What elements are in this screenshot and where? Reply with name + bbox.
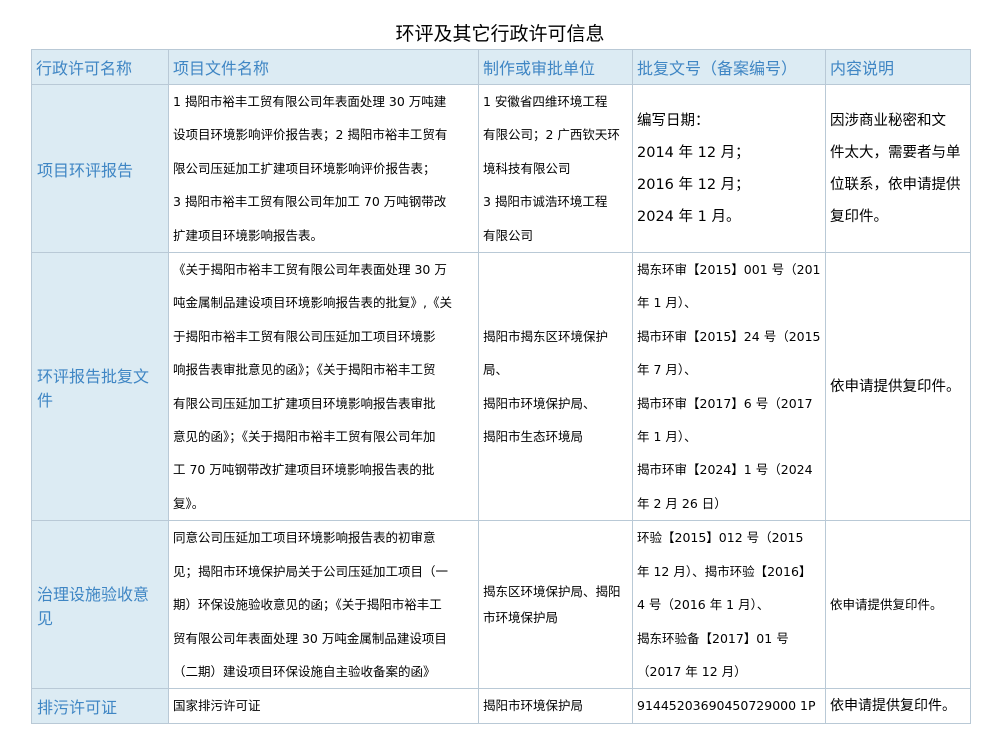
file-line: 限公司压延加工扩建项目环境影响评价报告表； xyxy=(173,160,436,176)
file-line: 设项目环境影响评价报告表；2 揭阳市裕丰工贸有 xyxy=(173,127,448,143)
permit-name: 排污许可证 xyxy=(31,688,169,724)
number-line: （2017 年 12 月） xyxy=(637,663,747,679)
description: 依申请提供复印件。 xyxy=(825,252,971,522)
file-line: 见；揭阳市环境保护局关于公司压延加工项目（一 xyxy=(173,563,449,579)
note-line: 位联系，依申请提供 xyxy=(830,176,961,193)
file-line: 同意公司压延加工项目环境影响报告表的初审意 xyxy=(173,530,436,546)
header-unit: 制作或审批单位 xyxy=(478,49,633,85)
file-line: 响报告表审批意见的函》；《关于揭阳市裕丰工贸 xyxy=(173,362,436,378)
note-line: 复印件。 xyxy=(830,208,888,225)
approval-numbers: 91445203690450729000 1P xyxy=(632,688,826,724)
unit-line: 境科技有限公司 xyxy=(483,160,571,176)
unit-line: 揭阳市揭东区环境保护 xyxy=(483,328,609,344)
number-line: 年 2 月 26 日） xyxy=(637,495,727,511)
approval-units: 揭东区环境保护局、揭阳 市环境保护局 xyxy=(478,520,633,690)
approval-numbers: 揭东环审【2015】001 号（2015 年 1 月）、 揭市环审【2015】2… xyxy=(632,252,826,522)
number-line: 环验【2015】012 号（2015 xyxy=(637,530,804,546)
file-line: 期）环保设施验收意见的函；《关于揭阳市裕丰工 xyxy=(173,597,442,613)
unit-line: 局、 xyxy=(483,362,509,378)
approval-units: 揭阳市揭东区环境保护 局、 揭阳市环境保护局、 揭阳市生态环境局 xyxy=(478,252,633,522)
number-line: 2024 年 1 月。 xyxy=(637,208,741,225)
number-line: 揭东环审【2015】001 号（2015 xyxy=(637,262,821,278)
page-title: 环评及其它行政许可信息 xyxy=(395,23,605,45)
file-line: 复》。 xyxy=(173,495,205,511)
file-names: 同意公司压延加工项目环境影响报告表的初审意 见；揭阳市环境保护局关于公司压延加工… xyxy=(168,520,479,690)
unit-line: 3 揭阳市诚浩环境工程 xyxy=(483,194,608,210)
file-line: 3 揭阳市裕丰工贸有限公司年加工 70 万吨钢带改 xyxy=(173,194,447,210)
header-file-name: 项目文件名称 xyxy=(168,49,479,85)
description: 依申请提供复印件。 xyxy=(825,688,971,724)
header-permit-name: 行政许可名称 xyxy=(31,49,169,85)
file-line: 贸有限公司年表面处理 30 万吨金属制品建设项目 xyxy=(173,630,447,646)
file-line: 意见的函》；《关于揭阳市裕丰工贸有限公司年加 xyxy=(173,429,436,445)
file-names: 1 揭阳市裕丰工贸有限公司年表面处理 30 万吨建 设项目环境影响评价报告表；2… xyxy=(168,83,479,254)
description: 依申请提供复印件。 xyxy=(825,520,971,690)
permit-name: 环评报告批复文件 xyxy=(31,252,169,522)
file-line: 1 揭阳市裕丰工贸有限公司年表面处理 30 万吨建 xyxy=(173,94,447,109)
header-description: 内容说明 xyxy=(825,49,971,85)
permit-name: 治理设施验收意见 xyxy=(31,520,169,690)
file-line: 有限公司压延加工扩建项目环境影响报告表审批 xyxy=(173,395,436,411)
number-line: 2014 年 12 月； xyxy=(637,144,750,161)
permit-table: 行政许可名称 项目文件名称 制作或审批单位 批复文号（备案编号） 内容说明 项目… xyxy=(31,49,971,724)
approval-numbers: 编写日期： 2014 年 12 月； 2016 年 12 月； 2024 年 1… xyxy=(632,83,826,254)
table-row: 环评报告批复文件 《关于揭阳市裕丰工贸有限公司年表面处理 30 万 吨金属制品建… xyxy=(31,252,971,522)
unit-line: 1 安徽省四维环境工程 xyxy=(483,94,608,109)
number-line: 年 7 月）、 xyxy=(637,362,697,378)
number-line: 揭市环审【2017】6 号（2017 xyxy=(637,395,813,411)
unit-line: 有限公司 xyxy=(483,227,534,243)
note-line: 因涉商业秘密和文 xyxy=(830,112,946,129)
unit-line: 揭东区环境保护局、揭阳 xyxy=(483,583,621,599)
number-line: 4 号（2016 年 1 月）、 xyxy=(637,597,770,613)
number-line: 2016 年 12 月； xyxy=(637,176,750,193)
table-row: 排污许可证 国家排污许可证 揭阳市环境保护局 91445203690450729… xyxy=(31,688,971,724)
number-line: 揭市环审【2024】1 号（2024 xyxy=(637,462,813,478)
file-names: 国家排污许可证 xyxy=(168,688,479,724)
file-line: 扩建项目环境影响报告表。 xyxy=(173,227,324,243)
unit-line: 有限公司；2 广西钦天环 xyxy=(483,127,620,143)
file-names: 《关于揭阳市裕丰工贸有限公司年表面处理 30 万 吨金属制品建设项目环境影响报告… xyxy=(168,252,479,522)
unit-line: 市环境保护局 xyxy=(483,609,559,625)
unit-line: 揭阳市生态环境局 xyxy=(483,429,584,445)
approval-numbers: 环验【2015】012 号（2015 年 12 月）、揭市环验【2016】 4 … xyxy=(632,520,826,690)
number-line: 年 1 月）、 xyxy=(637,429,697,445)
file-line: 工 70 万吨钢带改扩建项目环境影响报告表的批 xyxy=(173,462,435,478)
approval-units: 1 安徽省四维环境工程 有限公司；2 广西钦天环 境科技有限公司 3 揭阳市诚浩… xyxy=(478,83,633,254)
table-header-row: 行政许可名称 项目文件名称 制作或审批单位 批复文号（备案编号） 内容说明 xyxy=(31,49,971,85)
number-line: 年 12 月）、揭市环验【2016】 xyxy=(637,563,812,579)
number-line: 揭市环审【2015】24 号（2015 xyxy=(637,328,821,344)
unit-line: 揭阳市环境保护局、 xyxy=(483,395,596,411)
file-line: 吨金属制品建设项目环境影响报告表的批复》,《关 xyxy=(173,295,452,311)
table-row: 项目环评报告 1 揭阳市裕丰工贸有限公司年表面处理 30 万吨建 设项目环境影响… xyxy=(31,83,971,254)
number-line: 揭东环验备【2017】01 号 xyxy=(637,630,789,646)
table-row: 治理设施验收意见 同意公司压延加工项目环境影响报告表的初审意 见；揭阳市环境保护… xyxy=(31,520,971,690)
header-approval-number: 批复文号（备案编号） xyxy=(632,49,826,85)
file-line: 《关于揭阳市裕丰工贸有限公司年表面处理 30 万 xyxy=(173,262,447,278)
description: 因涉商业秘密和文 件太大，需要者与单 位联系，依申请提供 复印件。 xyxy=(825,83,971,254)
file-line: （二期）建设项目环保设施自主验收备案的函》 xyxy=(173,663,436,679)
note-line: 件太大，需要者与单 xyxy=(830,144,961,161)
permit-name: 项目环评报告 xyxy=(31,83,169,254)
number-line: 年 1 月）、 xyxy=(637,295,697,311)
number-line: 编写日期： xyxy=(637,112,710,129)
approval-units: 揭阳市环境保护局 xyxy=(478,688,633,724)
file-line: 于揭阳市裕丰工贸有限公司压延加工项目环境影 xyxy=(173,328,436,344)
